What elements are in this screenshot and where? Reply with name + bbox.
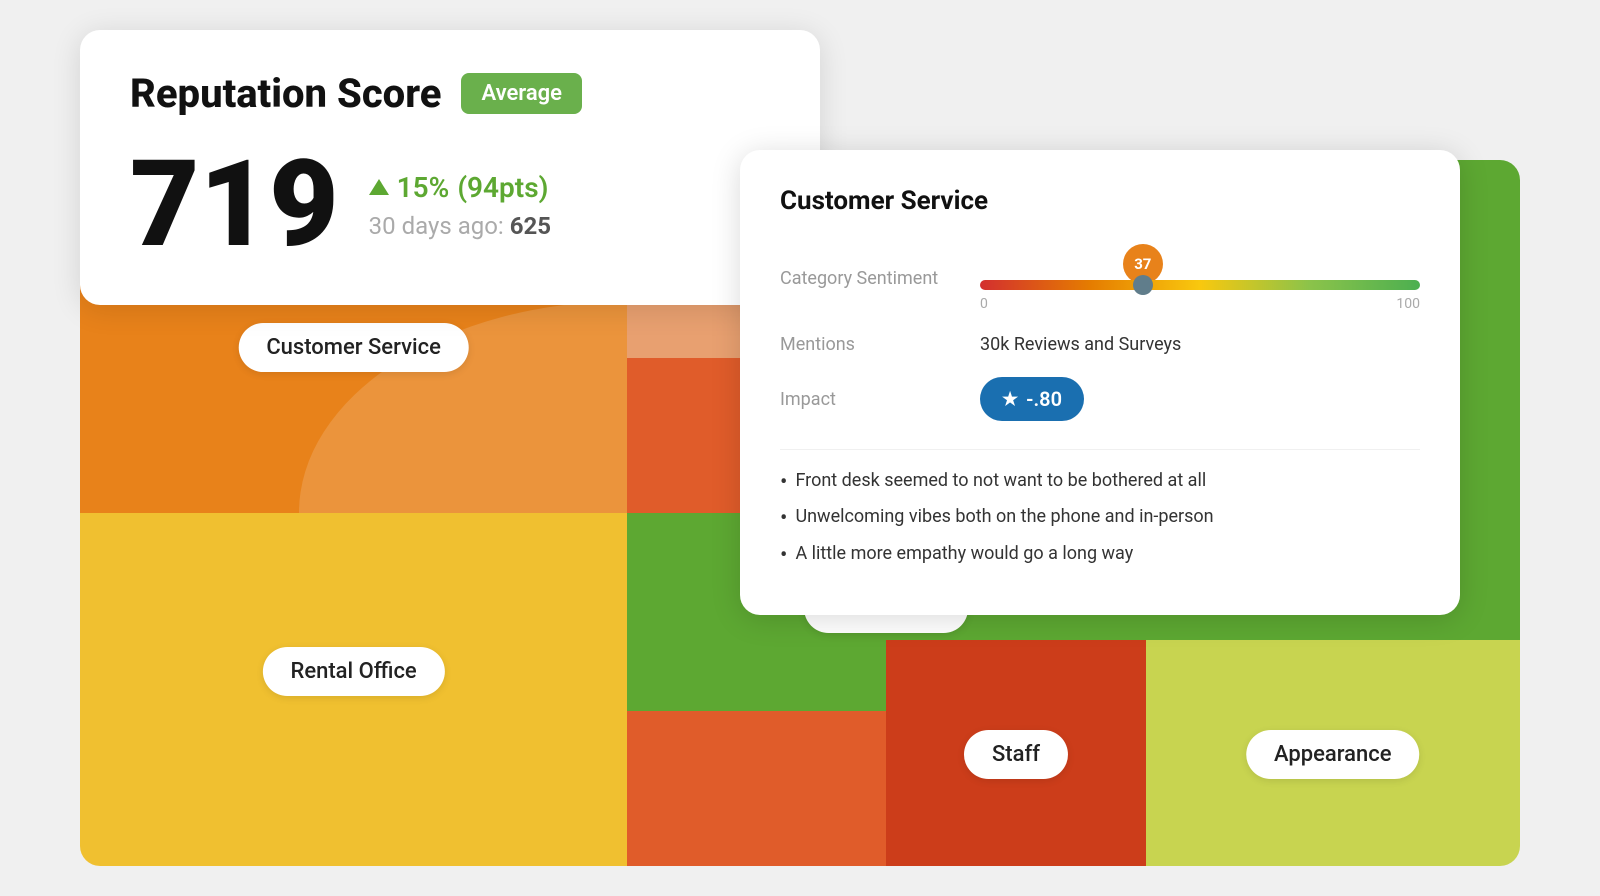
sentiment-row: Category Sentiment 37 0 100 (780, 244, 1420, 312)
impact-value: -.80 (1026, 387, 1062, 411)
mentions-label: Mentions (780, 334, 980, 355)
staff-label: Staff (964, 730, 1068, 779)
bullet-text-1: Front desk seemed to not want to be both… (795, 470, 1206, 491)
reputation-title: Reputation Score (130, 70, 441, 117)
bullet-2: • Unwelcoming vibes both on the phone an… (780, 506, 1420, 532)
bullet-text-3: A little more empathy would go a long wa… (795, 543, 1133, 564)
average-badge: Average (461, 73, 582, 114)
bullet-dot-2: • (780, 506, 787, 532)
sentiment-label: Category Sentiment (780, 268, 980, 289)
bullet-text-2: Unwelcoming vibes both on the phone and … (795, 506, 1213, 527)
sentiment-thumb (1133, 275, 1153, 295)
bullet-1: • Front desk seemed to not want to be bo… (780, 470, 1420, 496)
bullet-3: • A little more empathy would go a long … (780, 543, 1420, 569)
detail-bullets: • Front desk seemed to not want to be bo… (780, 449, 1420, 569)
bullet-dot-3: • (780, 543, 787, 569)
sentiment-min: 0 (980, 296, 988, 312)
days-ago-score: 625 (510, 212, 551, 240)
impact-badge: ★ -.80 (980, 377, 1084, 421)
change-pts: (94pts) (457, 171, 548, 204)
days-ago-label: 30 days ago: (369, 212, 504, 240)
mentions-value: 30k Reviews and Surveys (980, 334, 1420, 355)
sentiment-labels: 0 100 (980, 296, 1420, 312)
bullet-dot-1: • (780, 470, 787, 496)
reputation-card: Reputation Score Average 719 15% (94pts)… (80, 30, 820, 305)
impact-label: Impact (780, 389, 980, 410)
sentiment-slider[interactable]: 37 0 100 (980, 244, 1420, 312)
star-icon: ★ (1002, 389, 1018, 410)
impact-row: Impact ★ -.80 (780, 377, 1420, 421)
detail-title: Customer Service (780, 186, 1420, 216)
customer-service-label: Customer Service (238, 323, 469, 372)
detail-card: Customer Service Category Sentiment 37 0… (740, 150, 1460, 615)
mentions-row: Mentions 30k Reviews and Surveys (780, 334, 1420, 355)
arrow-up-icon (369, 179, 389, 195)
change-percent: 15% (397, 171, 450, 204)
score-number: 719 (130, 145, 339, 265)
sentiment-max: 100 (1396, 296, 1420, 312)
sentiment-track (980, 280, 1420, 290)
appearance-label: Appearance (1246, 730, 1420, 779)
rental-office-label: Rental Office (262, 647, 444, 696)
